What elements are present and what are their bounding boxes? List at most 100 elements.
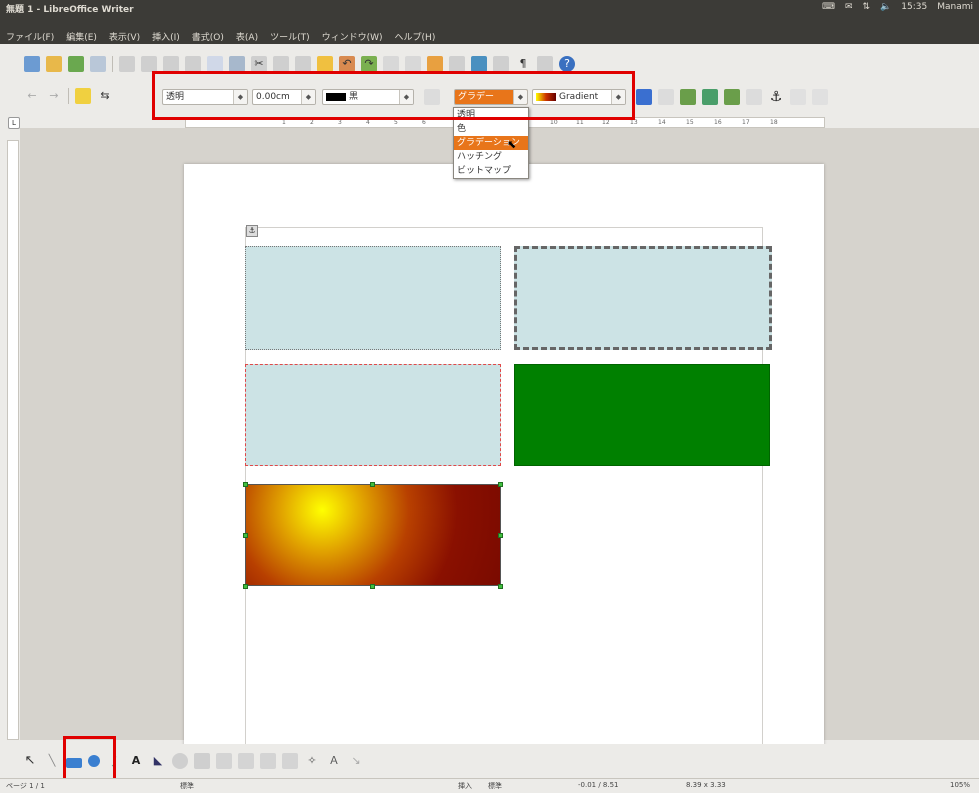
- wrap-off-icon[interactable]: [658, 89, 674, 105]
- selection-handle[interactable]: [243, 533, 248, 538]
- window-title: 無題 1 - LibreOffice Writer: [6, 5, 134, 15]
- forward-arrow-icon[interactable]: →: [46, 88, 62, 104]
- text-tool-icon[interactable]: A: [128, 753, 144, 769]
- block-arrows-icon[interactable]: [216, 753, 232, 769]
- shadow-icon[interactable]: [636, 89, 652, 105]
- page-count[interactable]: ページ 1 / 1: [6, 781, 45, 791]
- points-icon[interactable]: ✧: [304, 753, 320, 769]
- print-icon[interactable]: [163, 56, 179, 72]
- line-tool-icon[interactable]: ╲: [44, 753, 60, 769]
- autospellcheck-icon[interactable]: [229, 56, 245, 72]
- save-icon[interactable]: [68, 56, 84, 72]
- stars-icon[interactable]: [282, 753, 298, 769]
- option-bitmap[interactable]: ビットマップ: [454, 164, 528, 178]
- menu-tools[interactable]: ツール(T): [270, 30, 310, 43]
- bring-to-front-icon[interactable]: [680, 89, 696, 105]
- option-gradient[interactable]: グラデーション: [454, 136, 528, 150]
- print-preview-icon[interactable]: [185, 56, 201, 72]
- gallery-icon[interactable]: [493, 56, 509, 72]
- group-icon[interactable]: [790, 89, 806, 105]
- tab-stop-icon[interactable]: L: [8, 117, 20, 129]
- symbol-shapes-icon[interactable]: [194, 753, 210, 769]
- table-icon[interactable]: [405, 56, 421, 72]
- spellcheck-icon[interactable]: [207, 56, 223, 72]
- redo-icon[interactable]: ↷: [361, 56, 377, 72]
- keyboard-icon[interactable]: ⌨: [822, 2, 835, 12]
- selection-handle[interactable]: [498, 584, 503, 589]
- zoom-icon[interactable]: [537, 56, 553, 72]
- arrange-icon[interactable]: [724, 89, 740, 105]
- user-name[interactable]: Manami: [937, 2, 973, 12]
- anchor-icon[interactable]: ⚓: [768, 89, 784, 105]
- fontwork-icon[interactable]: Ａ: [326, 753, 342, 769]
- page-style[interactable]: 標準: [180, 781, 194, 791]
- find-replace-icon[interactable]: [449, 56, 465, 72]
- vertical-ruler[interactable]: [7, 140, 19, 740]
- rectangle-shape-2[interactable]: [514, 246, 772, 350]
- rectangle-shape-1[interactable]: [245, 246, 501, 350]
- selection-handle[interactable]: [243, 584, 248, 589]
- extrusion-icon[interactable]: ↘: [348, 753, 364, 769]
- hyperlink-icon[interactable]: [383, 56, 399, 72]
- copy-icon[interactable]: [273, 56, 289, 72]
- callout-icon[interactable]: ◣: [150, 753, 166, 769]
- highlight-box-toolbar: [152, 71, 635, 120]
- menu-insert[interactable]: 挿入(I): [152, 30, 180, 43]
- open-folder-icon[interactable]: [46, 56, 62, 72]
- anchor-icon[interactable]: ⚓: [246, 225, 258, 237]
- formatting-marks-icon[interactable]: ¶: [515, 56, 531, 72]
- flowchart-icon[interactable]: [238, 753, 254, 769]
- selection-handle[interactable]: [498, 533, 503, 538]
- selection-mode[interactable]: 標準: [488, 781, 502, 791]
- selection-handle[interactable]: [370, 482, 375, 487]
- help-icon[interactable]: ?: [559, 56, 575, 72]
- rectangle-shape-gradient[interactable]: [245, 484, 501, 586]
- option-color[interactable]: 色: [454, 122, 528, 136]
- option-hatching[interactable]: ハッチング: [454, 150, 528, 164]
- selection-handle[interactable]: [498, 482, 503, 487]
- export-pdf-icon[interactable]: [141, 56, 157, 72]
- email-icon[interactable]: [90, 56, 106, 72]
- menu-table[interactable]: 表(A): [236, 30, 258, 43]
- paste-icon[interactable]: [295, 56, 311, 72]
- ruler-tick: 14: [658, 119, 666, 126]
- ruler-tick: 10: [550, 119, 558, 126]
- selection-handle[interactable]: [243, 482, 248, 487]
- insert-mode[interactable]: 挿入: [458, 781, 472, 791]
- menu-help[interactable]: ヘルプ(H): [395, 30, 436, 43]
- back-arrow-icon[interactable]: ←: [24, 88, 40, 104]
- undo-icon[interactable]: ↶: [339, 56, 355, 72]
- arrow-style-icon[interactable]: ⇆: [97, 88, 113, 104]
- mail-icon[interactable]: ✉: [845, 2, 853, 12]
- new-document-icon[interactable]: [24, 56, 40, 72]
- menu-window[interactable]: ウィンドウ(W): [322, 30, 383, 43]
- cut-icon[interactable]: ✂: [251, 56, 267, 72]
- rectangle-shape-3[interactable]: [245, 364, 501, 466]
- ruler-tick: 12: [602, 119, 610, 126]
- draw-functions-icon[interactable]: [427, 56, 443, 72]
- edit-file-icon[interactable]: [119, 56, 135, 72]
- basic-shapes-icon[interactable]: [172, 753, 188, 769]
- ungroup-icon[interactable]: [812, 89, 828, 105]
- menu-view[interactable]: 表示(V): [109, 30, 140, 43]
- callouts-icon[interactable]: [260, 753, 276, 769]
- send-to-back-icon[interactable]: [702, 89, 718, 105]
- zoom-level[interactable]: 105%: [950, 781, 970, 789]
- select-arrow-icon[interactable]: ↖: [22, 753, 38, 769]
- menu-edit[interactable]: 編集(E): [66, 30, 97, 43]
- alignment-icon[interactable]: [746, 89, 762, 105]
- rectangle-shape-4[interactable]: [514, 364, 770, 466]
- line-icon[interactable]: [75, 88, 91, 104]
- clone-format-icon[interactable]: [317, 56, 333, 72]
- system-tray: ⌨ ✉ ⇅ 🔈 15:35 Manami: [822, 2, 973, 12]
- selection-handle[interactable]: [370, 584, 375, 589]
- ruler-tick: 2: [310, 119, 314, 126]
- menu-file[interactable]: ファイル(F): [6, 30, 54, 43]
- menu-format[interactable]: 書式(O): [192, 30, 224, 43]
- navigator-icon[interactable]: [471, 56, 487, 72]
- volume-icon[interactable]: 🔈: [880, 2, 891, 12]
- network-icon[interactable]: ⇅: [863, 2, 871, 12]
- ruler-tick: 13: [630, 119, 638, 126]
- size-readout: 8.39 x 3.33: [686, 781, 726, 789]
- clock[interactable]: 15:35: [901, 2, 927, 12]
